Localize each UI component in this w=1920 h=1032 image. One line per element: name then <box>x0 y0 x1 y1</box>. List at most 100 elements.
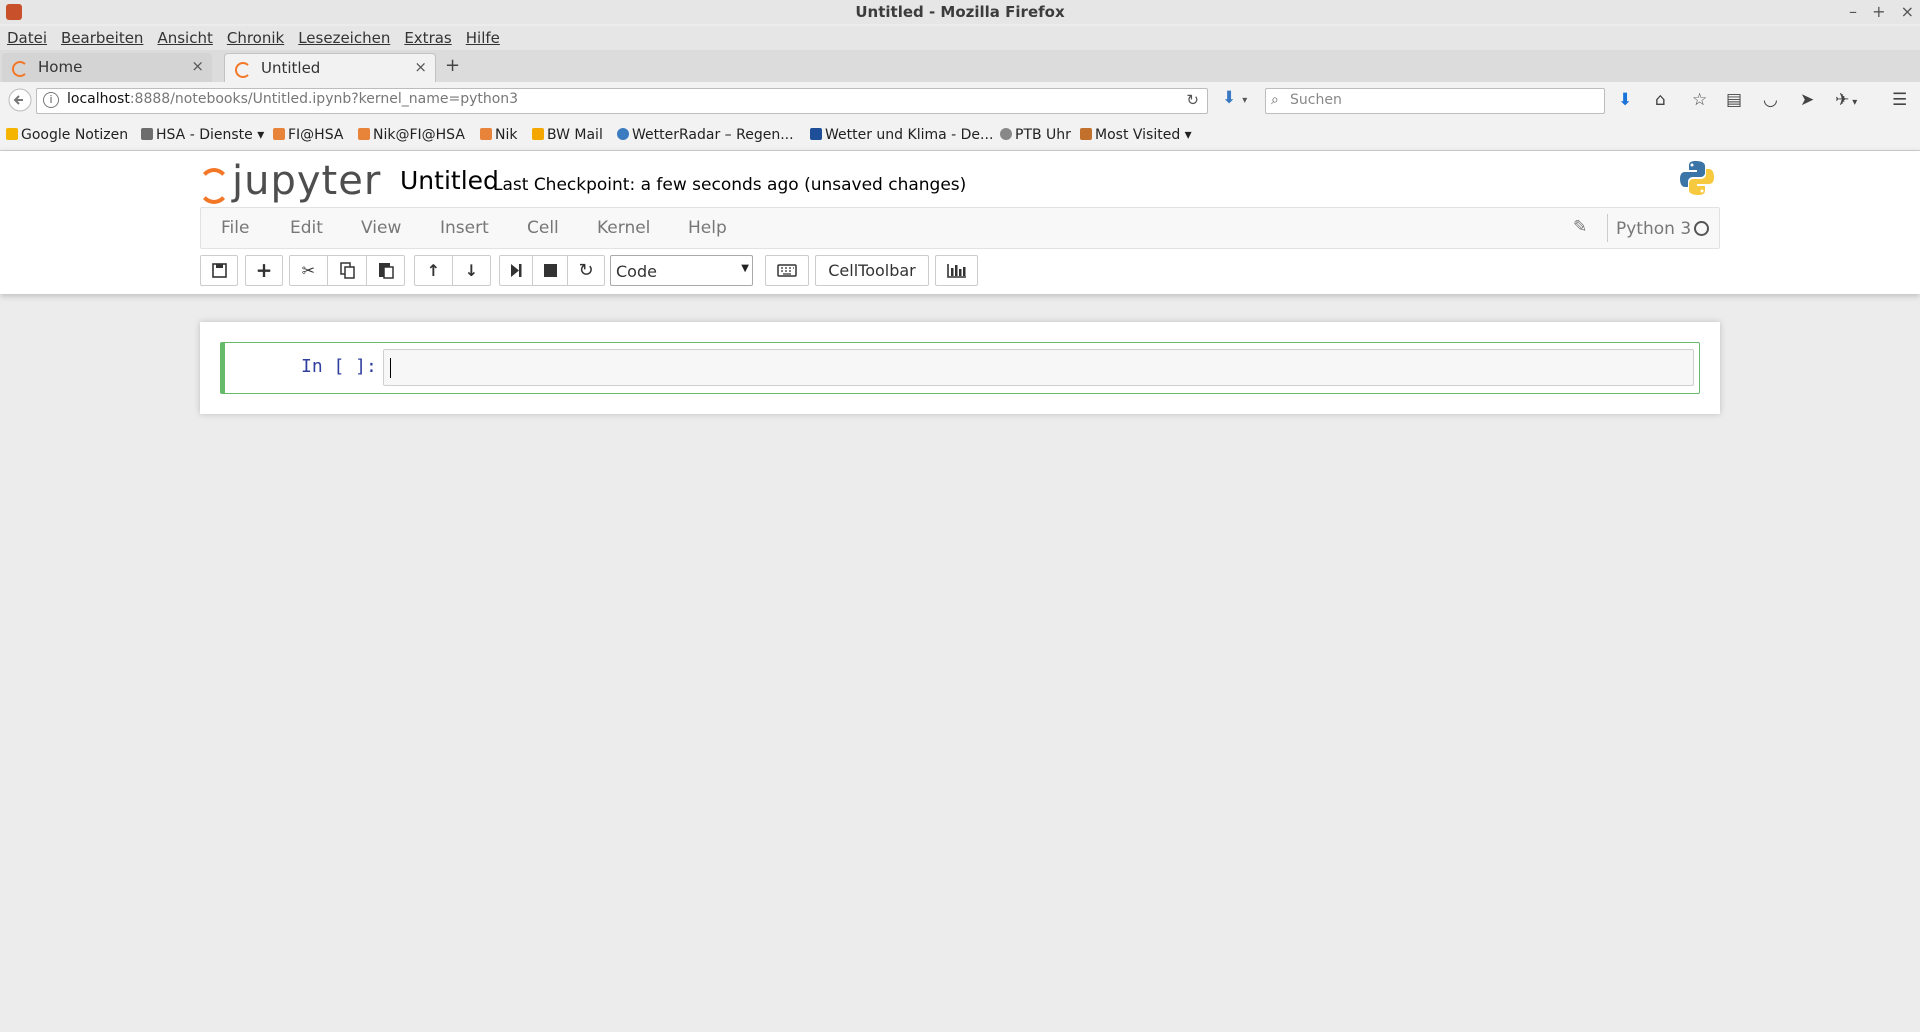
chevron-down-icon: ▼ <box>741 263 749 274</box>
celltoolbar-button[interactable]: CellToolbar <box>815 255 929 286</box>
jupyter-logo-icon <box>198 168 230 204</box>
minimize-button[interactable]: – <box>1849 2 1857 21</box>
maximize-button[interactable]: + <box>1872 2 1885 21</box>
menu-hilfe[interactable]: Hilfe <box>466 26 500 50</box>
command-palette-button[interactable] <box>765 255 809 286</box>
move-up-button[interactable]: ↑ <box>414 255 453 286</box>
firefox-icon <box>6 4 22 20</box>
jupyter-favicon-icon <box>235 62 251 78</box>
code-editor[interactable] <box>383 349 1694 386</box>
tab-home[interactable]: Home × <box>2 53 212 82</box>
reload-icon[interactable]: ↻ <box>1186 91 1199 109</box>
bookmark-hsa-dienste[interactable]: HSA - Dienste ▾ <box>141 127 264 143</box>
kernel-name[interactable]: Python 3 <box>1616 219 1691 239</box>
notebook-container: In [ ]: <box>200 322 1720 414</box>
refresh-icon: ↻ <box>578 260 594 281</box>
menu-chronik[interactable]: Chronik <box>227 26 284 50</box>
checkpoint-status: Last Checkpoint: a few seconds ago (unsa… <box>493 175 967 195</box>
bookmark-star-icon[interactable]: ☆ <box>1692 90 1707 110</box>
menu-bearbeiten[interactable]: Bearbeiten <box>61 26 143 50</box>
pocket-icon[interactable]: ◡ <box>1763 90 1778 110</box>
code-cell[interactable]: In [ ]: <box>220 342 1700 394</box>
scissors-icon: ✂ <box>301 261 316 280</box>
run-button[interactable] <box>499 255 533 286</box>
cell-type-value: Code <box>616 262 657 281</box>
interrupt-kernel-button[interactable] <box>532 255 568 286</box>
save-button[interactable] <box>200 255 238 286</box>
bookmarks-toolbar: Google Notizen HSA - Dienste ▾ FI@HSA Ni… <box>0 120 1920 151</box>
bookmark-most-visited[interactable]: Most Visited ▾ <box>1080 127 1192 143</box>
bookmark-fi-hsa[interactable]: FI@HSA <box>273 127 343 143</box>
python-logo-icon <box>1678 159 1716 197</box>
cell-type-select[interactable]: Code ▼ <box>610 255 753 286</box>
menu-file[interactable]: File <box>221 218 249 238</box>
menu-ansicht[interactable]: Ansicht <box>157 26 212 50</box>
tab-close-icon[interactable]: × <box>414 58 427 76</box>
menu-lesezeichen[interactable]: Lesezeichen <box>298 26 390 50</box>
cut-button[interactable]: ✂ <box>289 255 328 286</box>
globe-icon <box>1000 128 1012 140</box>
bookmark-ptb-uhr[interactable]: PTB Uhr <box>1000 127 1071 143</box>
extension-icon[interactable]: ✈ ▾ <box>1835 90 1857 110</box>
copy-button[interactable] <box>327 255 367 286</box>
paste-icon <box>379 263 394 279</box>
paste-button[interactable] <box>366 255 405 286</box>
bookmark-wetter-klima[interactable]: Wetter und Klima - De... <box>810 127 993 143</box>
tab-label: Home <box>38 58 83 76</box>
info-icon[interactable]: i <box>43 92 59 108</box>
download-icon[interactable]: ⬇ ▾ <box>1222 88 1247 108</box>
bookmark-nik[interactable]: Nik <box>480 127 517 143</box>
menu-edit[interactable]: Edit <box>290 218 323 238</box>
navigation-bar: i localhost:8888/notebooks/Untitled.ipyn… <box>0 82 1920 121</box>
bar-chart-icon <box>947 264 966 278</box>
stop-icon <box>544 264 557 277</box>
plus-icon: + <box>255 258 273 282</box>
insert-cell-button[interactable]: + <box>245 255 283 286</box>
bookmark-bw-mail[interactable]: BW Mail <box>532 127 603 143</box>
send-icon[interactable]: ➤ <box>1800 90 1814 110</box>
bookmark-icon <box>532 128 544 140</box>
url-text: localhost:8888/notebooks/Untitled.ipynb?… <box>67 91 518 107</box>
hamburger-menu-icon[interactable]: ☰ <box>1892 90 1907 110</box>
keyboard-icon <box>777 264 797 277</box>
divider <box>1607 214 1608 242</box>
address-bar[interactable]: i localhost:8888/notebooks/Untitled.ipyn… <box>36 88 1208 114</box>
browser-menubar: Datei Bearbeiten Ansicht Chronik Lesezeichen… <box>0 26 1920 50</box>
downloads-icon[interactable]: ⬇ <box>1618 90 1632 110</box>
search-box[interactable]: ⌕ Suchen <box>1265 88 1605 114</box>
close-window-button[interactable]: × <box>1901 2 1914 21</box>
window-title: Untitled - Mozilla Firefox <box>855 3 1065 21</box>
reading-list-icon[interactable]: ▤ <box>1726 90 1742 110</box>
back-button[interactable] <box>8 88 32 112</box>
tab-close-icon[interactable]: × <box>191 57 204 75</box>
move-down-button[interactable]: ↓ <box>452 255 491 286</box>
menu-help[interactable]: Help <box>688 218 727 238</box>
home-icon[interactable]: ⌂ <box>1655 90 1666 110</box>
kernel-idle-indicator-icon <box>1694 221 1709 236</box>
menu-view[interactable]: View <box>361 218 401 238</box>
new-tab-button[interactable]: + <box>445 55 460 76</box>
menu-extras[interactable]: Extras <box>404 26 451 50</box>
arrow-down-icon: ↓ <box>464 261 479 280</box>
url-host: localhost <box>67 91 130 107</box>
tab-label: Untitled <box>261 59 321 77</box>
menu-kernel[interactable]: Kernel <box>597 218 650 238</box>
bookmark-nik-fi-hsa[interactable]: Nik@FI@HSA <box>358 127 465 143</box>
tab-untitled[interactable]: Untitled × <box>224 53 436 83</box>
search-icon: ⌕ <box>1271 92 1279 108</box>
bookmark-wetterradar[interactable]: WetterRadar – Regen... <box>617 127 794 143</box>
menu-cell[interactable]: Cell <box>527 218 559 238</box>
menu-insert[interactable]: Insert <box>440 218 489 238</box>
bookmark-google-notizen[interactable]: Google Notizen <box>6 127 128 143</box>
jupyter-logo-text: jupyter <box>232 158 382 204</box>
window-controls: – + × <box>1839 0 1914 24</box>
search-placeholder: Suchen <box>1290 92 1342 108</box>
folder-icon <box>141 128 153 140</box>
bookmark-icon <box>273 128 285 140</box>
chart-button[interactable] <box>935 255 978 286</box>
jupyter-header: jupyter Untitled Last Checkpoint: a few … <box>0 151 1920 294</box>
menu-datei[interactable]: Datei <box>7 26 47 50</box>
restart-kernel-button[interactable]: ↻ <box>567 255 605 286</box>
notebook-name[interactable]: Untitled <box>400 166 499 195</box>
window-titlebar: Untitled - Mozilla Firefox – + × <box>0 0 1920 24</box>
